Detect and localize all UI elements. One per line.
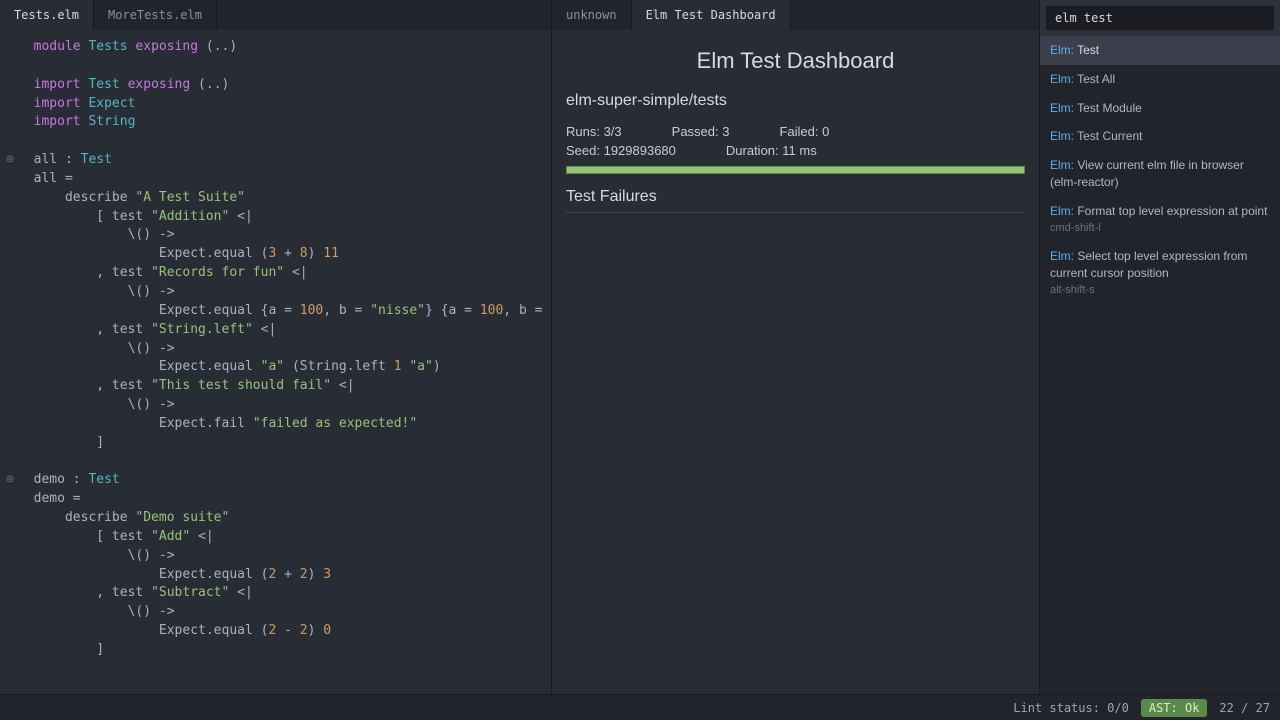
status-ast: AST: Ok	[1141, 699, 1208, 717]
stats-runs: Runs: 3/3	[566, 124, 622, 139]
palette-item-test-module[interactable]: Elm: Test Module	[1040, 94, 1280, 123]
palette-item-view-browser[interactable]: Elm: View current elm file in browser (e…	[1040, 151, 1280, 197]
palette-item-format-top[interactable]: Elm: Format top level expression at poin…	[1040, 197, 1280, 242]
palette-item-test-all[interactable]: Elm: Test All	[1040, 65, 1280, 94]
palette-item-select-top[interactable]: Elm: Select top level expression from cu…	[1040, 242, 1280, 304]
status-bar: Lint status: 0/0 AST: Ok 22 / 27	[0, 694, 1280, 720]
dashboard-pane: unknown Elm Test Dashboard Elm Test Dash…	[552, 0, 1040, 694]
status-lint: Lint status: 0/0	[1013, 701, 1129, 715]
stats-row-1: Runs: 3/3 Passed: 3 Failed: 0	[566, 124, 1025, 139]
command-palette-input[interactable]	[1046, 6, 1274, 30]
palette-item-test[interactable]: Elm: Test	[1040, 36, 1280, 65]
tab-tests-elm[interactable]: Tests.elm	[0, 0, 94, 30]
dashboard-path: elm-super-simple/tests	[566, 92, 1025, 110]
status-position: 22 / 27	[1219, 701, 1270, 715]
tab-elm-test-dashboard[interactable]: Elm Test Dashboard	[632, 0, 791, 30]
test-failures-heading: Test Failures	[566, 188, 1025, 213]
stats-row-2: Seed: 1929893680 Duration: 11 ms	[566, 143, 1025, 158]
palette-item-test-current[interactable]: Elm: Test Current	[1040, 122, 1280, 151]
dashboard-title: Elm Test Dashboard	[566, 48, 1025, 74]
tab-moretests-elm[interactable]: MoreTests.elm	[94, 0, 217, 30]
stats-seed: Seed: 1929893680	[566, 143, 676, 158]
progress-bar	[566, 166, 1025, 174]
stats-duration: Duration: 11 ms	[726, 143, 817, 158]
code-editor[interactable]: module Tests exposing (..) import Test e…	[0, 30, 551, 694]
tab-bar-center: unknown Elm Test Dashboard	[552, 0, 1039, 30]
stats-passed: Passed: 3	[672, 124, 730, 139]
editor-pane: Tests.elm MoreTests.elm module Tests exp…	[0, 0, 552, 694]
tab-bar-left: Tests.elm MoreTests.elm	[0, 0, 551, 30]
tab-unknown[interactable]: unknown	[552, 0, 632, 30]
dashboard-content: Elm Test Dashboard elm-super-simple/test…	[552, 30, 1039, 694]
command-palette: Elm: Test Elm: Test All Elm: Test Module…	[1040, 0, 1280, 694]
stats-failed: Failed: 0	[779, 124, 829, 139]
command-palette-list: Elm: Test Elm: Test All Elm: Test Module…	[1040, 36, 1280, 694]
